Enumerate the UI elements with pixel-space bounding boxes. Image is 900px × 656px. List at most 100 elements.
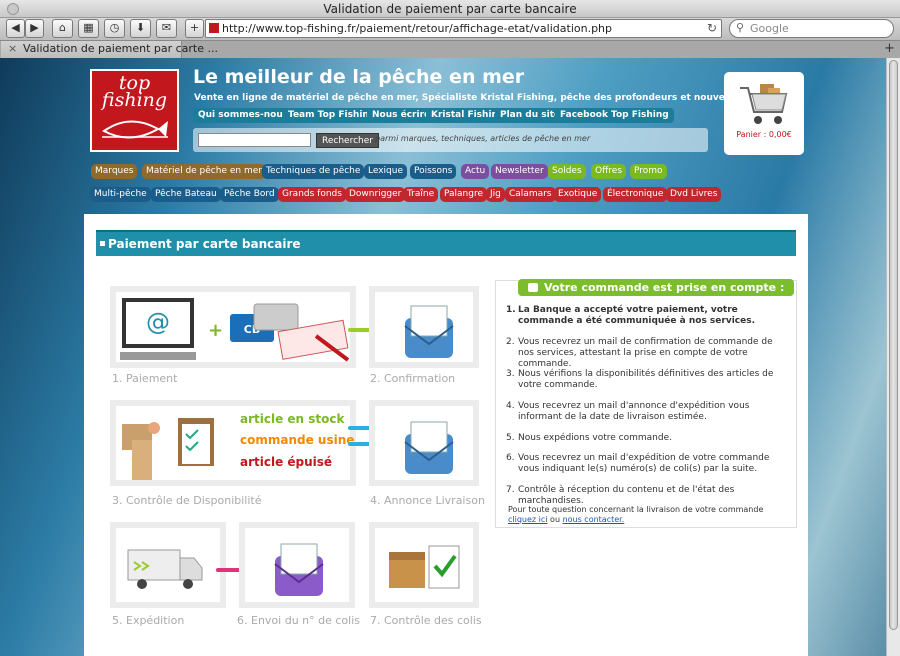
menu1-item-5[interactable]: Poissons bbox=[410, 164, 457, 179]
status-item-2: 2. Vous recevrez un mail de confirmation … bbox=[506, 337, 788, 370]
contact-or: ou bbox=[550, 515, 561, 524]
cart-total: Panier : 0,00€ bbox=[736, 130, 792, 139]
menu2-item-6[interactable]: Traîne bbox=[403, 187, 439, 202]
new-tab-icon[interactable]: + bbox=[884, 41, 895, 56]
site-favicon-icon bbox=[209, 23, 219, 33]
add-bookmark-button[interactable]: + bbox=[185, 19, 204, 38]
downloads-button[interactable]: ⬇ bbox=[130, 19, 151, 38]
top-nav-link-6[interactable]: Facebook Top Fishing bbox=[555, 108, 674, 123]
section-title: Paiement par carte bancaire bbox=[108, 237, 301, 251]
status-item-4: 4. Vous recevrez un mail d'annonce d'expé… bbox=[506, 401, 788, 423]
menu1-item-10[interactable]: Promo bbox=[630, 164, 667, 179]
mail-button[interactable]: ✉ bbox=[156, 19, 177, 38]
step-5-caption: 5. Expédition bbox=[112, 614, 185, 627]
status-item-4-number: 4. bbox=[506, 401, 515, 411]
grid-icon: ▦ bbox=[83, 21, 94, 34]
menu1-item-3[interactable]: Techniques de pêche bbox=[262, 164, 365, 179]
delivery-truck-icon bbox=[127, 549, 203, 589]
status-item-3-number: 3. bbox=[506, 369, 515, 379]
status-item-2-text: Vous recevrez un mail de confirmation de… bbox=[518, 337, 773, 369]
menu2-item-2[interactable]: Pêche Bateau bbox=[151, 187, 221, 202]
step-2-caption: 2. Confirmation bbox=[370, 372, 456, 385]
menu2-item-4[interactable]: Grands fonds bbox=[278, 187, 346, 202]
top-nav-link-3[interactable]: Nous écrire bbox=[367, 108, 436, 123]
address-bar[interactable]: http://www.top-fishing.fr/paiement/retou… bbox=[205, 19, 722, 38]
status-item-1-number: 1. bbox=[506, 305, 516, 315]
menu2-item-3[interactable]: Pêche Bord bbox=[220, 187, 279, 202]
menu2-item-11[interactable]: Électronique bbox=[603, 187, 668, 202]
contact-us-link[interactable]: nous contacter. bbox=[563, 515, 625, 524]
menu2-item-8[interactable]: Jig bbox=[486, 187, 505, 202]
step-4-panel bbox=[369, 400, 479, 486]
search-field[interactable]: ⚲ Google bbox=[729, 19, 894, 38]
step-1-caption: 1. Paiement bbox=[112, 372, 178, 385]
menu2-item-1[interactable]: Multi-pêche bbox=[90, 187, 151, 202]
history-button[interactable]: ◷ bbox=[104, 19, 125, 38]
status-item-5: 5. Nous expédions votre commande. bbox=[506, 433, 788, 444]
scrollbar-thumb[interactable] bbox=[889, 60, 898, 630]
contact-note-text: Pour toute question concernant la livrai… bbox=[508, 505, 764, 514]
menu2-item-12[interactable]: Dvd Livres bbox=[666, 187, 722, 202]
forward-button[interactable]: ▶ bbox=[25, 19, 44, 38]
status-item-5-number: 5. bbox=[506, 433, 515, 443]
menu1-item-6[interactable]: Actu bbox=[461, 164, 490, 179]
home-button[interactable]: ⌂ bbox=[52, 19, 73, 38]
step-5-panel bbox=[110, 522, 226, 608]
top-nav-link-2[interactable]: Team Top Fishing bbox=[283, 108, 381, 123]
web-page: top fishing Le meilleur de la pêche en m… bbox=[0, 58, 886, 656]
site-logo[interactable]: top fishing bbox=[90, 69, 179, 152]
search-button[interactable]: Rechercher bbox=[316, 133, 379, 148]
step-7-caption: 7. Contrôle des colis bbox=[370, 614, 482, 627]
menu1-item-7[interactable]: Newsletter bbox=[491, 164, 548, 179]
status-item-4-text: Vous recevrez un mail d'annonce d'expédi… bbox=[518, 401, 750, 422]
bullet-icon bbox=[100, 241, 105, 246]
site-search-input[interactable] bbox=[198, 133, 311, 147]
menu2-item-5[interactable]: Downrigger bbox=[345, 187, 406, 202]
step-7-panel bbox=[369, 522, 479, 608]
menu1-item-1[interactable]: Marques bbox=[91, 164, 138, 179]
status-item-6: 6. Vous recevrez un mail d'expédition de … bbox=[506, 453, 788, 475]
speech-bubble-icon bbox=[528, 283, 538, 292]
step-6-panel bbox=[239, 522, 355, 608]
top-sites-button[interactable]: ▦ bbox=[78, 19, 99, 38]
svg-text:+: + bbox=[208, 320, 223, 341]
status-item-3-text: Nous vérifions la disponibilités définit… bbox=[518, 369, 774, 390]
close-window-button[interactable] bbox=[7, 3, 19, 15]
status-item-5-text: Nous expédions votre commande. bbox=[518, 433, 673, 443]
back-button[interactable]: ◀ bbox=[6, 19, 25, 38]
status-item-7-text: Contrôle à réception du contenu et de l'… bbox=[518, 485, 735, 506]
logo-text-fishing: fishing bbox=[101, 89, 168, 111]
mail-icon: ✉ bbox=[161, 21, 172, 34]
step-3-caption: 3. Contrôle de Disponibilité bbox=[112, 494, 262, 507]
tab-close-icon[interactable]: × bbox=[8, 41, 17, 57]
menu2-item-10[interactable]: Exotique bbox=[554, 187, 602, 202]
menu1-item-2[interactable]: Matériel de pêche en mer bbox=[142, 164, 266, 179]
cart-box[interactable]: Panier : 0,00€ bbox=[724, 72, 804, 155]
fish-logo-icon bbox=[102, 120, 168, 139]
magnifier-icon: ⚲ bbox=[736, 21, 745, 34]
menu1-item-4[interactable]: Lexique bbox=[364, 164, 408, 179]
status-item-7: 7. Contrôle à réception du contenu et de … bbox=[506, 485, 788, 507]
step-4-caption: 4. Annonce Livraison bbox=[370, 494, 485, 507]
menu2-item-7[interactable]: Palangre bbox=[440, 187, 488, 202]
tab-current[interactable]: × Validation de paiement par carte ... bbox=[1, 41, 218, 58]
main-content: Paiement par carte bancaire @ + CB 1. Pa… bbox=[84, 214, 808, 656]
order-status-title: Votre commande est prise en compte : bbox=[518, 279, 795, 296]
download-icon: ⬇ bbox=[135, 21, 146, 34]
menu2-item-9[interactable]: Calamars bbox=[505, 187, 556, 202]
availability-factory: commande usine bbox=[240, 433, 355, 447]
url-text[interactable]: http://www.top-fishing.fr/paiement/retou… bbox=[222, 22, 612, 36]
vertical-scrollbar[interactable] bbox=[886, 58, 900, 656]
svg-text:@: @ bbox=[146, 308, 170, 336]
menu1-item-8[interactable]: Soldes bbox=[548, 164, 586, 179]
click-here-link[interactable]: cliquez ici bbox=[508, 515, 548, 524]
reload-icon[interactable]: ↻ bbox=[707, 21, 717, 35]
status-item-3: 3. Nous vérifions la disponibilités défin… bbox=[506, 369, 788, 391]
stock-check-icon bbox=[122, 418, 214, 480]
plus-icon: + bbox=[189, 21, 200, 34]
contact-note: Pour toute question concernant la livrai… bbox=[508, 505, 790, 525]
clock-icon: ◷ bbox=[109, 21, 120, 34]
menu1-item-9[interactable]: Offres bbox=[591, 164, 627, 179]
step-6-caption: 6. Envoi du n° de colis bbox=[237, 614, 360, 627]
email-icon bbox=[404, 421, 454, 474]
